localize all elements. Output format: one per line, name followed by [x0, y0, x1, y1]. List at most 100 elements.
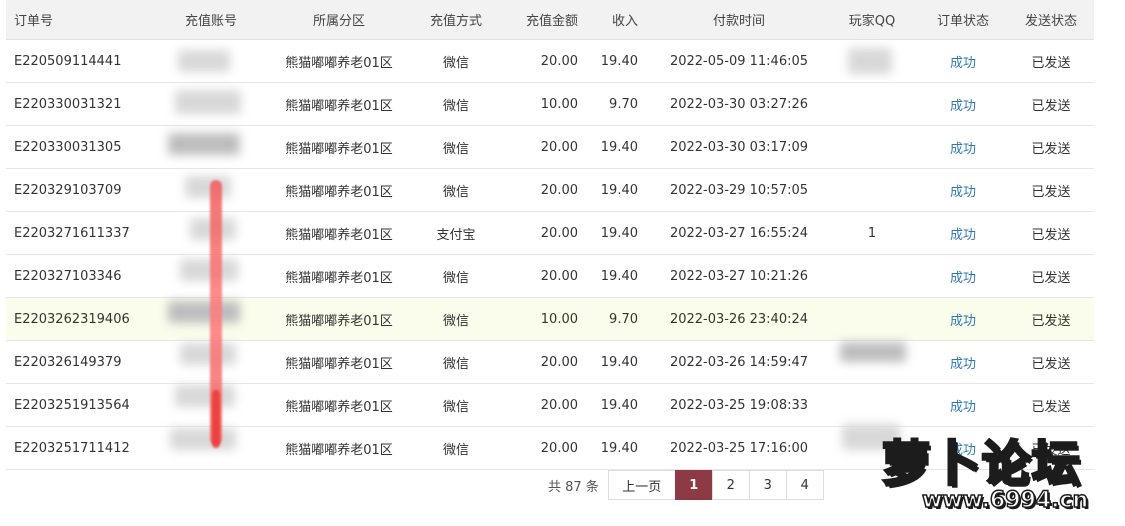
header-send: 发送状态 — [1024, 14, 1077, 29]
table-row[interactable]: E220509114441 熊猫嘟嘟养老01区 微信 20.00 19.40 2… — [6, 40, 1094, 83]
prev-page-button[interactable]: 上一页 — [607, 470, 676, 500]
pay-method: 微信 — [442, 356, 469, 372]
redaction-blur — [175, 90, 241, 114]
header-method: 充值方式 — [429, 14, 482, 29]
order-id: E220330031305 — [14, 139, 122, 155]
order-id: E2203251913564 — [14, 397, 130, 413]
table-row[interactable]: E2203271611337 熊猫嘟嘟养老01区 支付宝 20.00 19.40… — [6, 212, 1094, 255]
page-button-1[interactable]: 1 — [674, 470, 713, 500]
page-button-4[interactable]: 4 — [785, 470, 824, 500]
table-row[interactable]: E2203251913564 熊猫嘟嘟养老01区 微信 20.00 19.40 … — [6, 384, 1094, 427]
zone: 熊猫嘟嘟养老01区 — [285, 227, 393, 243]
income: 19.40 — [600, 440, 638, 456]
watermark-title: 萝卜论坛 — [880, 435, 1083, 494]
redaction-blur — [848, 48, 892, 74]
order-id: E2203251711412 — [14, 440, 130, 456]
income: 19.40 — [600, 225, 638, 241]
table-row[interactable]: E220326149379 熊猫嘟嘟养老01区 微信 20.00 19.40 2… — [6, 341, 1094, 384]
page-button-3[interactable]: 3 — [748, 470, 787, 500]
table-row[interactable]: E220327103346 熊猫嘟嘟养老01区 微信 20.00 19.40 2… — [6, 255, 1094, 298]
table-header: 订单号 充值账号 所属分区 充值方式 充值金额 收入 付款时间 玩家QQ 订单状… — [6, 0, 1094, 40]
pay-method: 微信 — [442, 141, 469, 157]
watermark-logo: 萝卜论坛 www.6994.cn — [880, 424, 1107, 520]
pay-time: 2022-03-25 17:16:00 — [669, 440, 809, 456]
zone: 熊猫嘟嘟养老01区 — [285, 184, 393, 200]
zone: 熊猫嘟嘟养老01区 — [285, 399, 393, 415]
order-id: E2203262319406 — [14, 311, 130, 327]
send-status: 已发送 — [1031, 141, 1071, 157]
send-status: 已发送 — [1031, 270, 1071, 286]
table-row[interactable]: E220330031321 熊猫嘟嘟养老01区 微信 10.00 9.70 20… — [6, 83, 1094, 126]
pay-method: 微信 — [442, 98, 469, 114]
order-id: E220326149379 — [14, 354, 122, 370]
pay-time: 2022-03-29 10:57:05 — [669, 182, 809, 198]
amount: 20.00 — [540, 268, 578, 284]
order-status-link[interactable]: 成功 — [918, 40, 1008, 82]
pay-time: 2022-03-27 10:21:26 — [669, 268, 809, 284]
income: 19.40 — [600, 139, 638, 155]
pay-time: 2022-03-27 16:55:24 — [669, 225, 809, 241]
pay-method: 支付宝 — [436, 227, 476, 243]
redaction-blur — [170, 428, 236, 450]
header-status: 订单状态 — [936, 14, 989, 29]
amount: 20.00 — [540, 139, 578, 155]
amount: 20.00 — [540, 53, 578, 69]
zone: 熊猫嘟嘟养老01区 — [285, 141, 393, 157]
order-status-link[interactable]: 成功 — [918, 83, 1008, 125]
page-button-2[interactable]: 2 — [711, 470, 750, 500]
redaction-blur — [168, 133, 240, 155]
amount: 20.00 — [540, 397, 578, 413]
order-status-link[interactable]: 成功 — [918, 169, 1008, 211]
income: 9.70 — [609, 96, 638, 112]
pay-method: 微信 — [442, 313, 469, 329]
redaction-blur — [178, 50, 230, 72]
redaction-blur — [180, 259, 238, 281]
player-qq — [831, 298, 913, 340]
header-account: 充值账号 — [184, 14, 237, 29]
amount: 20.00 — [540, 182, 578, 198]
redaction-blur — [175, 385, 235, 407]
header-zone: 所属分区 — [312, 14, 365, 29]
income: 19.40 — [600, 53, 638, 69]
order-status-link[interactable]: 成功 — [918, 212, 1008, 254]
pay-time: 2022-03-26 23:40:24 — [669, 311, 809, 327]
pay-method: 微信 — [442, 270, 469, 286]
send-status: 已发送 — [1031, 55, 1071, 71]
zone: 熊猫嘟嘟养老01区 — [285, 98, 393, 114]
order-status-link[interactable]: 成功 — [918, 341, 1008, 383]
header-time: 付款时间 — [712, 14, 765, 29]
amount: 20.00 — [540, 440, 578, 456]
header-qq: 玩家QQ — [848, 14, 896, 29]
order-id: E220330031321 — [14, 96, 122, 112]
pay-time: 2022-05-09 11:46:05 — [669, 53, 809, 69]
header-order: 订单号 — [14, 14, 54, 29]
order-status-link[interactable]: 成功 — [918, 384, 1008, 426]
table-row[interactable]: E220329103709 熊猫嘟嘟养老01区 微信 20.00 19.40 2… — [6, 169, 1094, 212]
pay-method: 微信 — [442, 55, 469, 71]
amount: 20.00 — [540, 225, 578, 241]
send-status: 已发送 — [1031, 184, 1071, 200]
order-status-link[interactable]: 成功 — [918, 255, 1008, 297]
redaction-blur — [185, 176, 231, 198]
send-status: 已发送 — [1031, 227, 1071, 243]
total-count: 共 87 条 — [548, 479, 599, 495]
send-status: 已发送 — [1031, 399, 1071, 415]
order-status-link[interactable]: 成功 — [918, 126, 1008, 168]
income: 19.40 — [600, 182, 638, 198]
red-scribble — [212, 390, 220, 448]
order-status-link[interactable]: 成功 — [918, 298, 1008, 340]
player-qq — [831, 126, 913, 168]
player-qq — [831, 255, 913, 297]
income: 19.40 — [600, 268, 638, 284]
income: 19.40 — [600, 354, 638, 370]
redaction-blur — [180, 343, 236, 365]
amount: 20.00 — [540, 354, 578, 370]
pay-method: 微信 — [442, 399, 469, 415]
order-id: E220329103709 — [14, 182, 122, 198]
zone: 熊猫嘟嘟养老01区 — [285, 55, 393, 71]
order-id: E220327103346 — [14, 268, 122, 284]
pay-method: 微信 — [442, 184, 469, 200]
order-id: E2203271611337 — [14, 225, 130, 241]
zone: 熊猫嘟嘟养老01区 — [285, 356, 393, 372]
zone: 熊猫嘟嘟养老01区 — [285, 270, 393, 286]
